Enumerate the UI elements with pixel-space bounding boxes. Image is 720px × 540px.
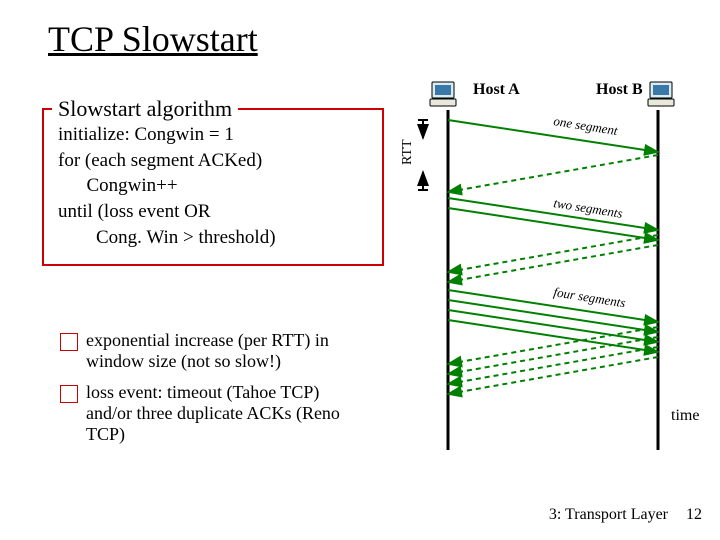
- algo-legend: Slowstart algorithm: [52, 96, 238, 122]
- host-a-label: Host A: [473, 81, 520, 98]
- slowstart-algorithm-box: Slowstart algorithm initialize: Congwin …: [42, 96, 384, 266]
- bullet-marker-icon: [60, 333, 78, 351]
- list-item: loss event: timeout (Tahoe TCP) and/or t…: [60, 382, 360, 445]
- list-item: exponential increase (per RTT) in window…: [60, 330, 360, 372]
- time-label: time: [671, 407, 699, 424]
- footer-chapter: 3: Transport Layer: [549, 506, 668, 524]
- timing-diagram: Host A Host B RTT one segment two segmen…: [378, 80, 708, 500]
- page-title: TCP Slowstart: [48, 18, 258, 60]
- seg4-label: four segments: [553, 284, 627, 310]
- seg1-label: one segment: [553, 113, 620, 138]
- bullet-text: loss event: timeout (Tahoe TCP) and/or t…: [86, 382, 360, 445]
- host-b-label: Host B: [596, 81, 643, 98]
- rtt-label: RTT: [400, 139, 415, 165]
- bullet-list: exponential increase (per RTT) in window…: [60, 330, 360, 455]
- algo-body: initialize: Congwin = 1 for (each segmen…: [58, 122, 368, 250]
- computer-icon: [648, 82, 674, 106]
- bullet-text: exponential increase (per RTT) in window…: [86, 330, 360, 372]
- page-number: 12: [686, 506, 702, 524]
- computer-icon: [430, 82, 456, 106]
- bullet-marker-icon: [60, 385, 78, 403]
- seg2-label: two segments: [553, 195, 624, 221]
